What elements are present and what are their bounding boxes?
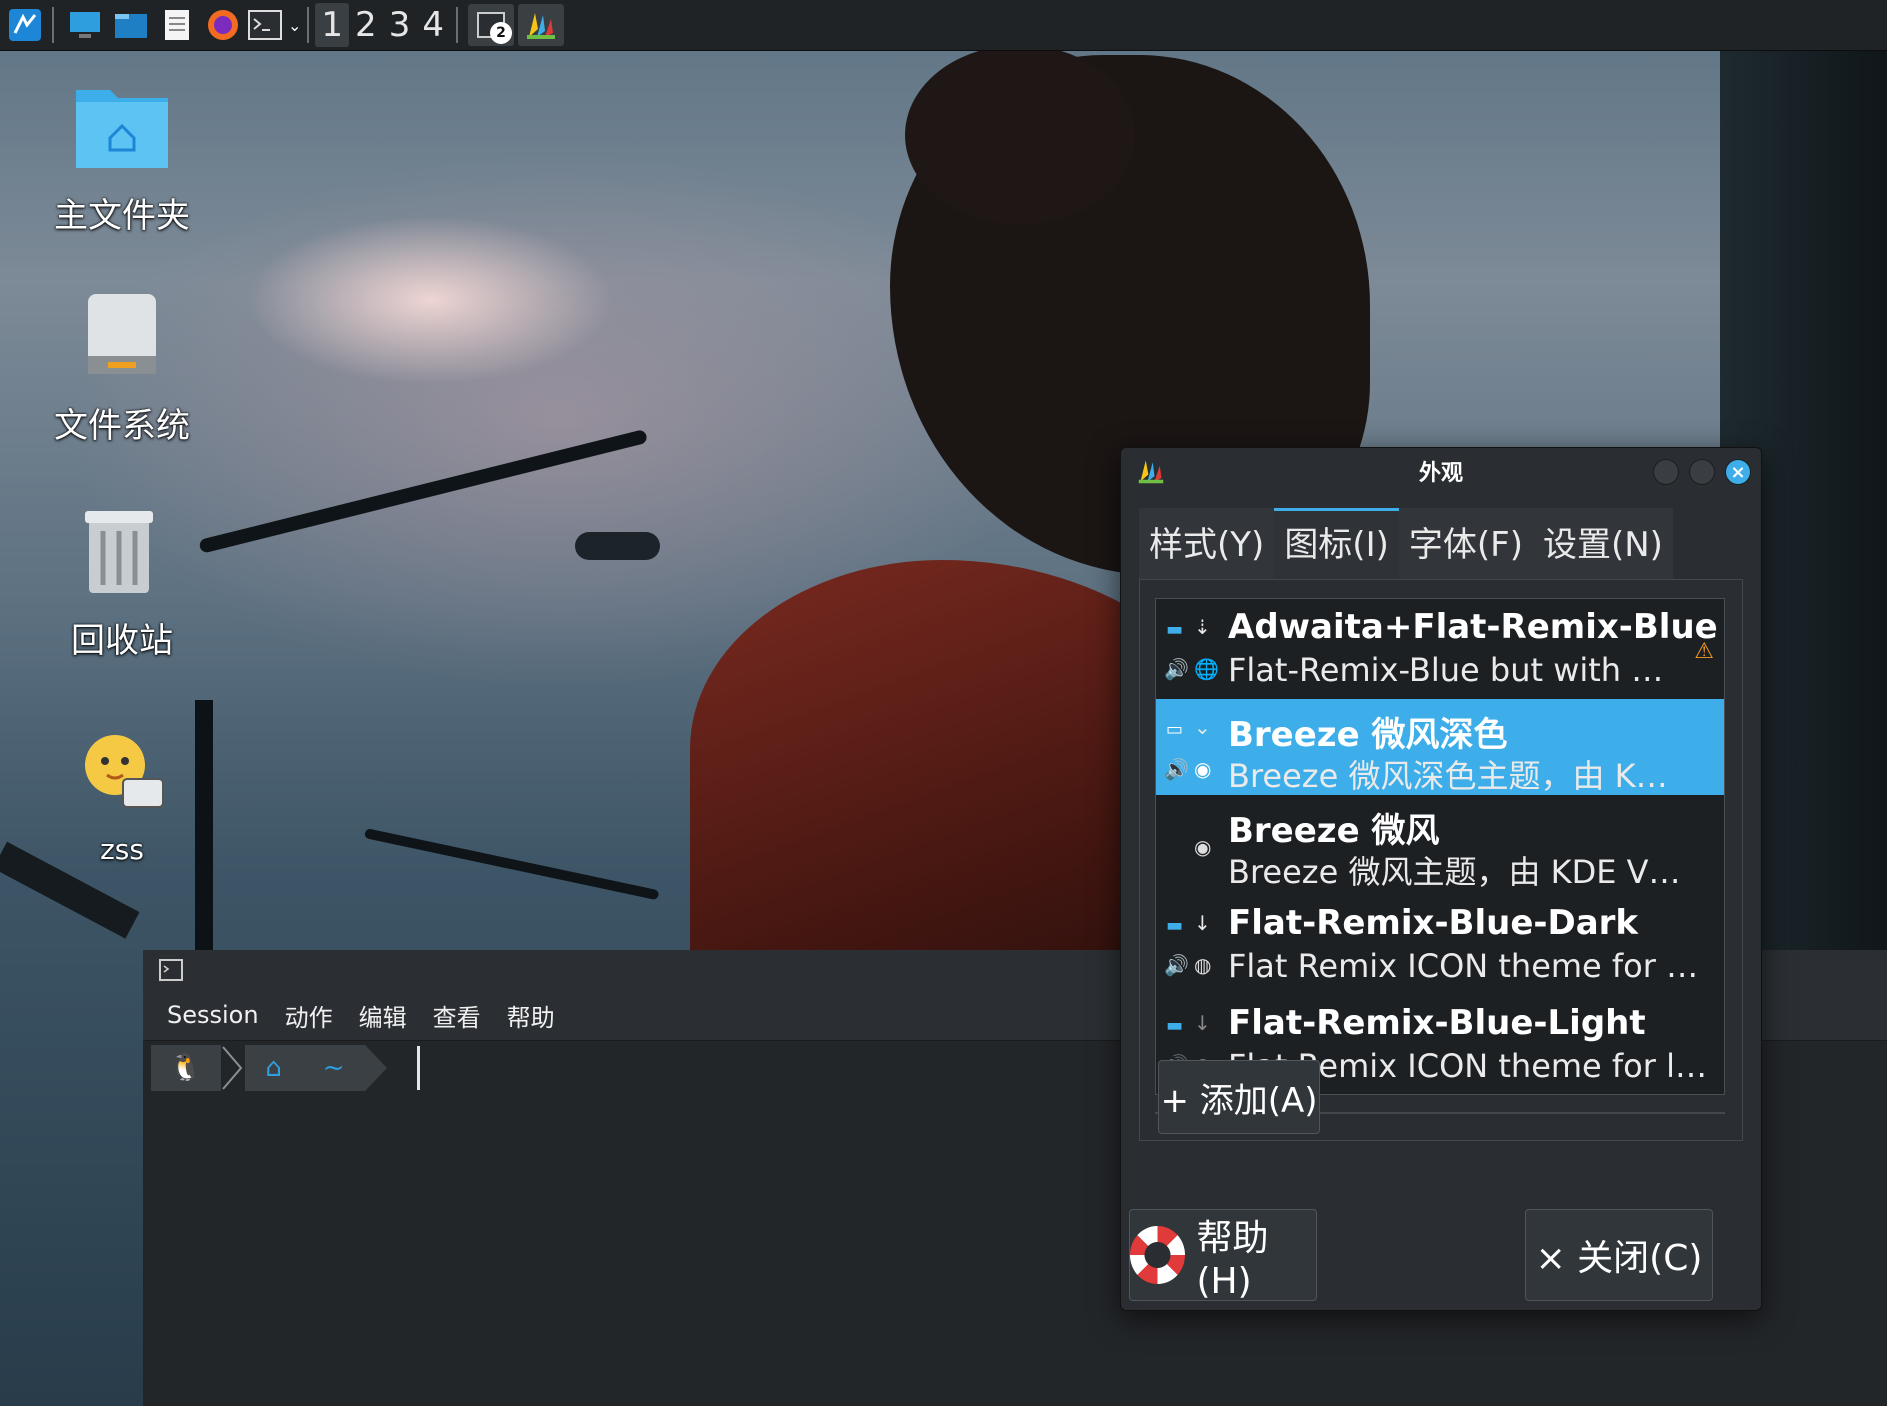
list-item-selected[interactable]: ▭ ⌄ 🔊 ◉ Breeze 微风深色 Breeze 微风深色主题，由 K…	[1156, 699, 1724, 795]
theme-name: Flat-Remix-Blue-Dark	[1228, 903, 1639, 943]
desktop-label: zss	[100, 833, 144, 866]
compass-icon: ◉	[1194, 835, 1212, 859]
warning-icon: ⚠	[1694, 639, 1714, 664]
keep-above-button[interactable]	[1653, 459, 1679, 485]
taskbar-separator	[307, 7, 310, 43]
add-button[interactable]: + 添加(A)	[1158, 1060, 1320, 1134]
icons-panel: ▬ ⇣ 🔊 🌐 Adwaita+Flat-Remix-Blue Flat-Rem…	[1139, 579, 1743, 1141]
virtual-desktop-pager: 1 2 3 4	[315, 3, 450, 47]
trash-icon	[85, 511, 153, 593]
file-manager-icon[interactable]	[110, 4, 152, 46]
list-item[interactable]: ▬ ↓ 🔊 ◍ Flat-Remix-Blue-Dark Flat Remix …	[1156, 895, 1724, 995]
tab-style[interactable]: 样式(Y)	[1139, 508, 1275, 579]
chevron-down-icon[interactable]: ⌄	[288, 16, 301, 35]
menu-actions[interactable]: 动作	[285, 998, 333, 1033]
menu-edit[interactable]: 编辑	[359, 998, 407, 1033]
desktop-label: 主文件夹	[54, 196, 190, 236]
user-avatar-icon	[85, 735, 164, 808]
wallpaper-streetlamp-arm-2	[363, 828, 660, 901]
tab-fonts[interactable]: 字体(F)	[1398, 508, 1533, 579]
task-appearance[interactable]	[517, 4, 564, 46]
kde-menu-icon[interactable]	[4, 4, 46, 46]
theme-name: Adwaita+Flat-Remix-Blue	[1228, 607, 1718, 647]
tab-settings[interactable]: 设置(N)	[1532, 508, 1673, 579]
task-konsole[interactable]: 2	[467, 4, 514, 46]
theme-description: Breeze 微风主题，由 KDE V…	[1228, 853, 1681, 891]
theme-name: Breeze 微风	[1228, 811, 1440, 851]
pager-desktop-2[interactable]: 2	[349, 3, 383, 47]
download-icon: ↓	[1194, 911, 1211, 935]
theme-name: Breeze 微风深色	[1228, 715, 1508, 755]
pager-desktop-4[interactable]: 4	[416, 3, 450, 47]
folder-icon: ▬	[1166, 915, 1184, 936]
icon-theme-list[interactable]: ▬ ⇣ 🔊 🌐 Adwaita+Flat-Remix-Blue Flat-Rem…	[1155, 598, 1725, 1095]
help-button[interactable]: 帮助(H)	[1129, 1209, 1317, 1302]
theme-description: Breeze 微风深色主题，由 K…	[1228, 757, 1668, 795]
desktop-item-filesystem[interactable]: 文件系统	[12, 290, 232, 447]
wallpaper-streetlamp-head	[575, 532, 660, 560]
home-folder-icon	[76, 90, 168, 168]
theme-description: Flat-Remix-Blue but with …	[1228, 651, 1664, 689]
menu-session[interactable]: Session	[167, 1001, 259, 1029]
download-icon: ↓	[1194, 1011, 1211, 1035]
menu-view[interactable]: 查看	[433, 998, 481, 1033]
terminal-icon	[159, 959, 183, 981]
dialog-titlebar: 外观 ×	[1121, 448, 1761, 494]
prompt-os-segment: 🐧	[151, 1045, 221, 1091]
desktop-label: 回收站	[71, 621, 173, 661]
text-editor-icon[interactable]	[156, 4, 198, 46]
pager-desktop-1[interactable]: 1	[315, 3, 350, 47]
tux-icon: 🐧	[169, 1053, 203, 1083]
lifebuoy-icon	[1130, 1226, 1185, 1284]
folder-icon: ▭	[1166, 719, 1184, 740]
theme-description: Flat Remix ICON theme for …	[1228, 947, 1699, 985]
folder-icon: ▬	[1166, 619, 1184, 640]
close-icon[interactable]: ×	[1725, 459, 1751, 485]
prompt-path: ~	[322, 1053, 345, 1083]
theme-name: Flat-Remix-Blue-Light	[1228, 1003, 1646, 1043]
speaker-icon: 🔊	[1164, 657, 1189, 681]
compass-icon: ◉	[1194, 757, 1212, 781]
globe-icon: 🌐	[1194, 657, 1219, 681]
desktop-item-zss[interactable]: zss	[12, 725, 232, 866]
prompt-separator-icon	[222, 1046, 243, 1090]
speaker-icon: 🔊	[1164, 953, 1189, 977]
task-count-badge: 2	[489, 22, 512, 44]
desktop-icon[interactable]	[64, 4, 106, 46]
prompt-path-segment: ⌂ ~	[245, 1045, 365, 1091]
home-icon: ⌂	[265, 1053, 282, 1083]
wallpaper-figure-bun	[905, 45, 1135, 225]
menu-help[interactable]: 帮助	[507, 998, 555, 1033]
desktop-item-trash[interactable]: 回收站	[12, 505, 232, 662]
close-button[interactable]: × 关闭(C)	[1525, 1209, 1713, 1301]
list-item[interactable]: ◉ Breeze 微风 Breeze 微风主题，由 KDE V…	[1156, 795, 1724, 895]
taskbar: ⌄ 1 2 3 4 2	[0, 0, 1887, 51]
text-cursor	[417, 1046, 420, 1090]
firefox-icon[interactable]	[202, 4, 244, 46]
list-item[interactable]: ▬ ⇣ 🔊 🌐 Adwaita+Flat-Remix-Blue Flat-Rem…	[1156, 599, 1724, 699]
chevron-down-icon: ⌄	[1194, 715, 1211, 739]
appearance-dialog: 外观 × 样式(Y) 图标(I) 字体(F) 设置(N) ▬ ⇣ 🔊 🌐 Adw…	[1120, 447, 1762, 1311]
download-icon: ⇣	[1194, 615, 1211, 639]
taskbar-separator	[455, 7, 458, 43]
terminal-icon[interactable]: ⌄	[248, 4, 301, 46]
pager-desktop-3[interactable]: 3	[383, 3, 417, 47]
folder-icon: ▬	[1166, 1015, 1184, 1036]
tab-bar: 样式(Y) 图标(I) 字体(F) 设置(N)	[1139, 508, 1673, 579]
prompt-end-icon	[365, 1045, 387, 1091]
desktop-label: 文件系统	[54, 406, 190, 446]
tab-icons[interactable]: 图标(I)	[1274, 508, 1399, 579]
taskbar-separator	[52, 7, 54, 43]
speaker-icon: 🔊	[1164, 757, 1189, 781]
drive-icon	[88, 294, 156, 374]
help-button-label: 帮助(H)	[1196, 1217, 1269, 1302]
globe-icon: ◍	[1194, 953, 1212, 977]
minimize-button[interactable]	[1689, 459, 1715, 485]
desktop-item-home[interactable]: 主文件夹	[12, 80, 232, 237]
